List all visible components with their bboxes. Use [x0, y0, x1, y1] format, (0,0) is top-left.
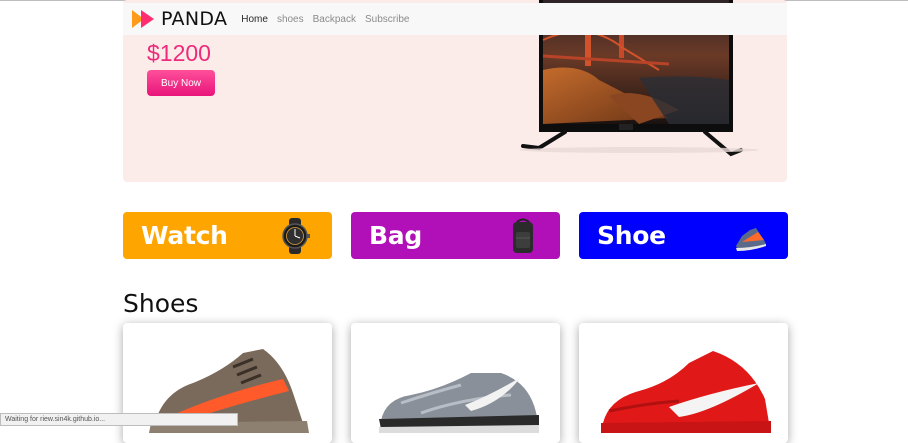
category-label: Watch — [141, 221, 228, 250]
red-sneaker-icon — [601, 351, 771, 433]
sneaker-icon — [736, 228, 766, 251]
nav-link-backpack[interactable]: Backpack — [313, 14, 356, 25]
backpack-icon — [513, 218, 533, 253]
section-title-shoes: Shoes — [123, 289, 199, 318]
hero-price: $1200 — [147, 40, 211, 66]
nav-link-home[interactable]: Home — [241, 14, 268, 25]
product-card[interactable] — [579, 323, 788, 443]
category-label: Shoe — [597, 221, 666, 250]
category-label: Bag — [369, 221, 422, 250]
brand-name: PANDA — [161, 8, 228, 30]
watch-icon — [282, 218, 310, 254]
brand-logo[interactable]: PANDA — [132, 8, 227, 30]
nav-link-subscribe[interactable]: Subscribe — [365, 14, 409, 25]
product-card[interactable] — [351, 323, 560, 443]
top-navbar: PANDA Home shoes Backpack Subscribe — [123, 3, 787, 35]
category-watch[interactable]: Watch — [123, 212, 332, 259]
category-bag[interactable]: Bag — [351, 212, 560, 259]
buy-now-button[interactable]: Buy Now — [147, 70, 215, 96]
nav-link-shoes[interactable]: shoes — [277, 14, 304, 25]
panda-play-logo-icon — [132, 10, 154, 28]
grey-running-shoe-icon — [379, 373, 539, 433]
category-shoe[interactable]: Shoe — [579, 212, 788, 259]
browser-status-bar: Waiting for riew.sin4k.github.io... — [0, 413, 238, 426]
category-tiles: Watch Bag Shoe — [123, 212, 788, 259]
nav-links: Home shoes Backpack Subscribe — [241, 14, 418, 25]
